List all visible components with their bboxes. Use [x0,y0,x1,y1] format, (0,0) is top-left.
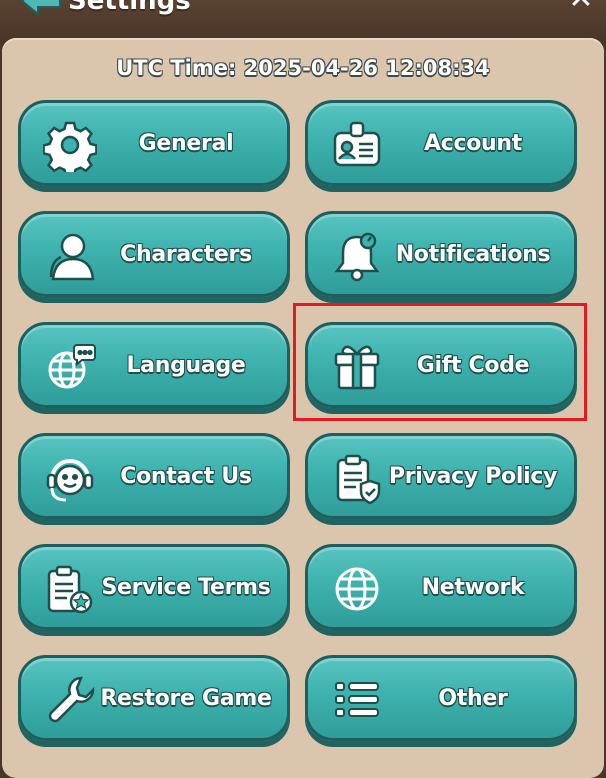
id-badge-icon [330,118,384,172]
language-label: Language [126,352,246,378]
wrench-icon [43,673,97,727]
other-button[interactable]: Other [305,655,577,741]
other-label: Other [438,685,508,711]
clipboard-badge-icon [43,562,97,616]
bell-icon [330,229,384,283]
gift-icon [330,340,384,394]
notifications-label: Notifications [395,241,551,267]
general-button[interactable]: General [18,100,290,186]
restore-game-label: Restore Game [100,685,272,711]
characters-button[interactable]: Characters [18,211,290,297]
list-icon [330,673,384,727]
close-button[interactable]: ✕ [566,0,596,14]
network-button[interactable]: Network [305,544,577,630]
globe-chat-icon [43,340,97,394]
globe-icon [330,562,384,616]
notifications-button[interactable]: Notifications [305,211,577,297]
language-button[interactable]: Language [18,322,290,408]
back-arrow-icon[interactable] [20,0,62,16]
contact-us-label: Contact Us [120,463,252,489]
gift-code-label: Gift Code [416,352,530,378]
utc-time-label: UTC Time: [116,56,237,80]
restore-game-button[interactable]: Restore Game [18,655,290,741]
characters-label: Characters [120,241,252,267]
network-label: Network [421,574,525,600]
general-label: General [138,130,234,156]
header-bar: Settings ✕ [0,0,606,40]
service-terms-label: Service Terms [101,574,271,600]
gear-icon [43,118,97,172]
clipboard-shield-icon [330,451,384,505]
user-silhouette-icon [43,229,97,283]
privacy-policy-button[interactable]: Privacy Policy [305,433,577,519]
utc-time: UTC Time: 2025-04-26 12:08:34 [0,56,606,80]
contact-us-button[interactable]: Contact Us [18,433,290,519]
page-title: Settings [68,0,191,16]
account-label: Account [424,130,522,156]
gift-code-button[interactable]: Gift Code [305,322,577,408]
utc-time-value: 2025-04-26 12:08:34 [243,56,490,80]
headset-icon [43,451,97,505]
account-button[interactable]: Account [305,100,577,186]
service-terms-button[interactable]: Service Terms [18,544,290,630]
privacy-policy-label: Privacy Policy [388,463,558,489]
